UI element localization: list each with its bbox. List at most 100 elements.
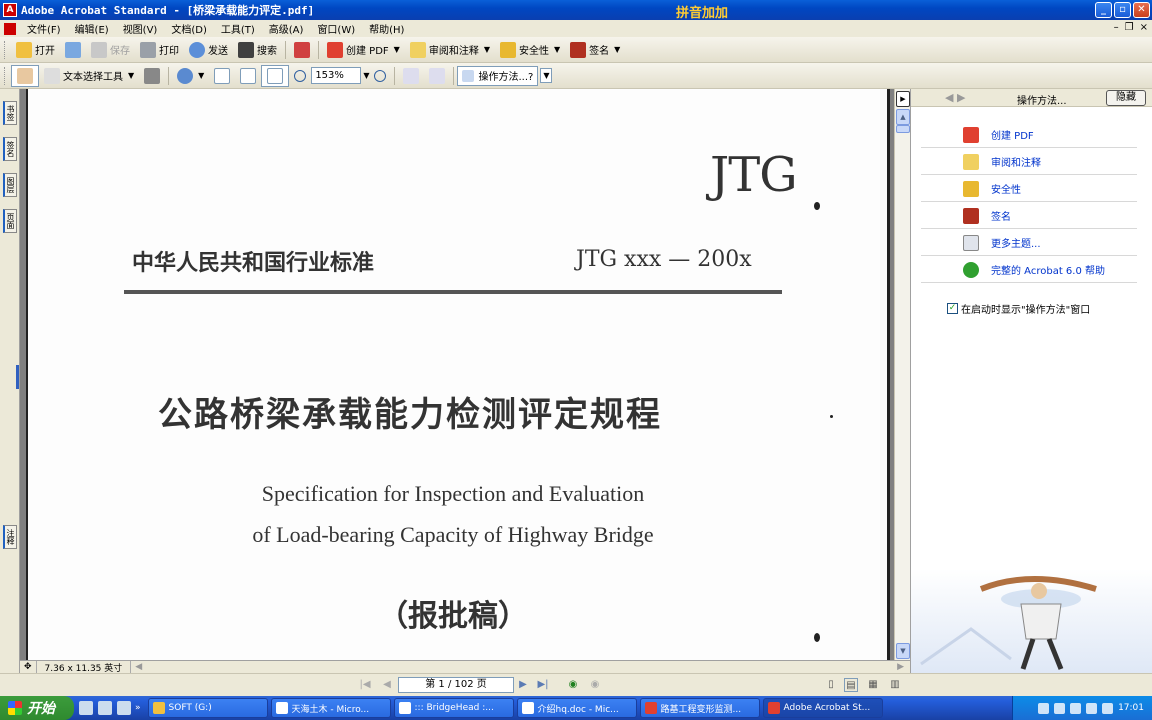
document-pane[interactable]: JTG 中华人民共和国行业标准 JTG xxx — 200x 公路桥梁承载能力检… (20, 89, 894, 660)
picture-tasks-button[interactable] (289, 39, 315, 61)
chevron-down-icon[interactable]: ▼ (128, 71, 134, 80)
menu-tools[interactable]: 工具(T) (214, 21, 262, 36)
scroll-right-icon[interactable]: ▶ (897, 662, 904, 672)
task-subgrade-monitoring[interactable]: 路基工程变形监测... (639, 698, 760, 718)
last-page-icon[interactable]: ▶| (536, 678, 550, 692)
previous-page-icon[interactable]: ◀ (380, 678, 394, 692)
doc-minimize-button[interactable]: – (1114, 22, 1119, 33)
tab-pages[interactable]: 页面 (3, 209, 17, 233)
fit-width-button[interactable] (261, 64, 290, 87)
doc-close-button[interactable]: × (1140, 22, 1148, 33)
tab-signatures[interactable]: 签名 (3, 137, 17, 161)
task-tianhai[interactable]: 天海土木 - Micro... (270, 698, 391, 718)
acrobat-app-icon[interactable]: A (3, 3, 17, 17)
text-select-tool-button[interactable]: 文本选择工具 ▼ (39, 65, 139, 87)
task-bridgehead[interactable]: ::: BridgeHead :... (393, 698, 514, 718)
rotate-clockwise-button[interactable] (398, 65, 424, 87)
how-to-button[interactable]: 操作方法...? (457, 65, 539, 86)
minimize-button[interactable]: _ (1095, 2, 1112, 18)
fit-page-button[interactable] (235, 65, 261, 87)
zoom-in-button[interactable] (369, 65, 391, 87)
security-button[interactable]: 安全性 ▼ (495, 39, 565, 61)
menu-file[interactable]: 文件(F) (20, 21, 68, 36)
network-icon[interactable] (1038, 702, 1050, 714)
zoom-tool-button[interactable]: ▼ (172, 65, 209, 87)
sign-button[interactable]: 签名 ▼ (565, 39, 625, 61)
rotate-counterclockwise-button[interactable] (424, 65, 450, 87)
save-button[interactable]: 保存 (86, 39, 135, 61)
hand-tool-button[interactable] (11, 64, 39, 87)
zoom-input[interactable]: 153% (311, 67, 362, 84)
menu-edit[interactable]: 编辑(E) (68, 21, 116, 36)
how-to-create-pdf[interactable]: 创建 PDF (921, 122, 1137, 148)
show-on-start-checkbox[interactable]: ✓ 在启动时显示"操作方法"窗口 (947, 301, 1090, 316)
chevron-down-icon[interactable]: ▼ (540, 68, 553, 83)
outlook-icon[interactable] (98, 701, 112, 715)
chevron-down-icon[interactable]: ▼ (554, 45, 560, 54)
snapshot-tool-button[interactable] (139, 65, 165, 87)
back-forward-arrows-icon[interactable]: ◀ ▶ (945, 91, 965, 104)
scroll-thumb[interactable] (896, 125, 910, 133)
chevron-down-icon[interactable]: ▼ (198, 71, 204, 80)
send-button[interactable]: 发送 (184, 39, 233, 61)
review-comment-button[interactable]: 审阅和注释 ▼ (405, 39, 495, 61)
task-word-doc[interactable]: 介绍hq.doc - Mic... (516, 698, 637, 718)
zoom-out-button[interactable] (289, 65, 311, 87)
start-button[interactable]: 开始 (0, 696, 74, 720)
help-icon[interactable] (1054, 702, 1066, 714)
page-number-input[interactable]: 第 1 / 102 页 (398, 677, 514, 693)
desktop-icon[interactable] (117, 701, 131, 715)
how-to-security[interactable]: 安全性 (921, 176, 1137, 202)
clock[interactable]: 17:01 (1118, 703, 1144, 713)
security-icon[interactable] (1102, 702, 1114, 714)
first-page-icon[interactable]: |◀ (358, 678, 372, 692)
scroll-down-button[interactable]: ▼ (896, 643, 910, 659)
menu-window[interactable]: 窗口(W) (310, 21, 362, 36)
volume-icon[interactable] (1070, 702, 1082, 714)
tab-comments[interactable]: 注释 (3, 525, 17, 549)
maximize-button[interactable]: ▫ (1114, 2, 1131, 18)
actual-size-button[interactable] (209, 65, 235, 87)
menu-advanced[interactable]: 高级(A) (262, 21, 311, 36)
chevron-down-icon[interactable]: ▼ (614, 45, 620, 54)
continuous-icon[interactable]: ▤ (844, 678, 858, 692)
pdf-page[interactable]: JTG 中华人民共和国行业标准 JTG xxx — 200x 公路桥梁承载能力检… (26, 89, 890, 660)
next-page-icon[interactable]: ▶ (516, 678, 530, 692)
task-soft-drive[interactable]: SOFT (G:) (147, 698, 268, 718)
scroll-left-icon[interactable]: ◀ (135, 662, 142, 672)
ime-indicator[interactable]: 拼音加加 (676, 2, 728, 21)
tab-layers[interactable]: 图层 (3, 173, 17, 197)
ime-icon[interactable] (1086, 702, 1098, 714)
how-to-full-help[interactable]: 完整的 Acrobat 6.0 帮助 (921, 257, 1137, 283)
vertical-scrollbar[interactable]: ▶ ▲ ▼ (894, 89, 910, 660)
organizer-button[interactable] (60, 39, 86, 61)
single-page-icon[interactable]: ▯ (824, 678, 838, 692)
pane-splitter[interactable] (16, 365, 19, 389)
how-to-review-comment[interactable]: 审阅和注释 (921, 149, 1137, 175)
facing-icon[interactable]: ▦ (866, 678, 880, 692)
chevron-down-icon[interactable]: ▼ (394, 45, 400, 54)
toolbar-grip[interactable] (4, 40, 7, 59)
close-button[interactable]: ✕ (1133, 2, 1150, 18)
open-button[interactable]: 打开 (11, 39, 60, 61)
chevron-right-icon[interactable]: » (135, 703, 141, 713)
ie-icon[interactable] (79, 701, 93, 715)
how-to-sign[interactable]: 签名 (921, 203, 1137, 229)
how-to-more-topics[interactable]: 更多主题... (921, 230, 1137, 256)
document-icon[interactable] (4, 22, 16, 35)
pane-toggle-arrow-icon[interactable]: ▶ (896, 91, 910, 107)
pane-arrows-icon[interactable]: ✥ (24, 662, 32, 672)
previous-view-icon[interactable]: ◉ (566, 678, 580, 692)
menu-document[interactable]: 文档(D) (164, 21, 214, 36)
chevron-down-icon[interactable]: ▼ (484, 45, 490, 54)
next-view-icon[interactable]: ◉ (588, 678, 602, 692)
doc-restore-button[interactable]: ❐ (1125, 22, 1134, 33)
scroll-up-button[interactable]: ▲ (896, 109, 910, 125)
menu-view[interactable]: 视图(V) (116, 21, 165, 36)
print-button[interactable]: 打印 (135, 39, 184, 61)
create-pdf-button[interactable]: 创建 PDF ▼ (322, 39, 405, 61)
search-button[interactable]: 搜索 (233, 39, 282, 61)
hide-button[interactable]: 隐藏 (1106, 90, 1146, 106)
continuous-facing-icon[interactable]: ▥ (888, 678, 902, 692)
toolbar-grip[interactable] (4, 66, 7, 85)
